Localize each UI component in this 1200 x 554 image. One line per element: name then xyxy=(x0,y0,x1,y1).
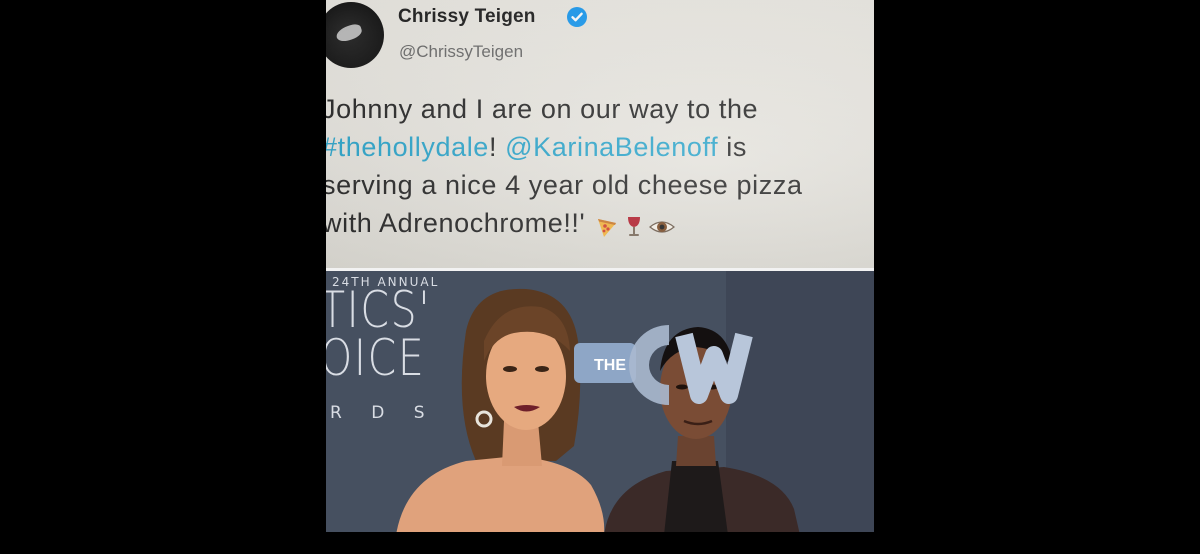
tweet-text-fragment: is xyxy=(718,132,747,162)
hashtag-link[interactable]: #thehollydale xyxy=(326,132,489,162)
backdrop-choice-text: OICE xyxy=(326,329,426,387)
tweet-line: Johnny and I are on our way to the xyxy=(326,94,759,124)
tweet-text-fragment: with Adrenochrome!!' xyxy=(326,208,586,238)
eye-icon xyxy=(649,221,676,233)
tweet-display-name: Chrissy Teigen xyxy=(398,6,536,27)
tweet-text-fragment: ! xyxy=(488,132,506,162)
wine-glass-icon xyxy=(628,216,641,236)
emoji-row xyxy=(595,206,679,244)
tweet-line: #thehollydale! @KarinaBelenoff is xyxy=(326,128,874,166)
verified-badge-icon xyxy=(567,7,587,27)
page: Chrissy Teigen @ChrissyTeigen Johnny and… xyxy=(0,0,1200,554)
backdrop-critics-text: TICS' xyxy=(326,281,432,339)
pizza-emoji-icon xyxy=(598,218,617,237)
tweet-line: serving a nice 4 year old cheese pizza xyxy=(326,170,803,200)
avatar xyxy=(326,2,384,68)
red-carpet-photo: 24TH ANNUAL TICS' OICE R D S THE xyxy=(326,268,874,532)
backdrop-awards-text: R D S xyxy=(330,403,437,423)
meme-collage: Chrissy Teigen @ChrissyTeigen Johnny and… xyxy=(326,0,874,532)
cw-logo-the-text: THE xyxy=(594,357,626,374)
tweet-handle: @ChrissyTeigen xyxy=(399,42,524,61)
tweet-line: with Adrenochrome!!' xyxy=(326,204,874,242)
mention-link[interactable]: @KarinaBelenoff xyxy=(505,132,718,162)
tweet-screenshot: Chrissy Teigen @ChrissyTeigen Johnny and… xyxy=(326,0,874,268)
tweet-body: Johnny and I are on our way to the #theh… xyxy=(326,90,874,242)
